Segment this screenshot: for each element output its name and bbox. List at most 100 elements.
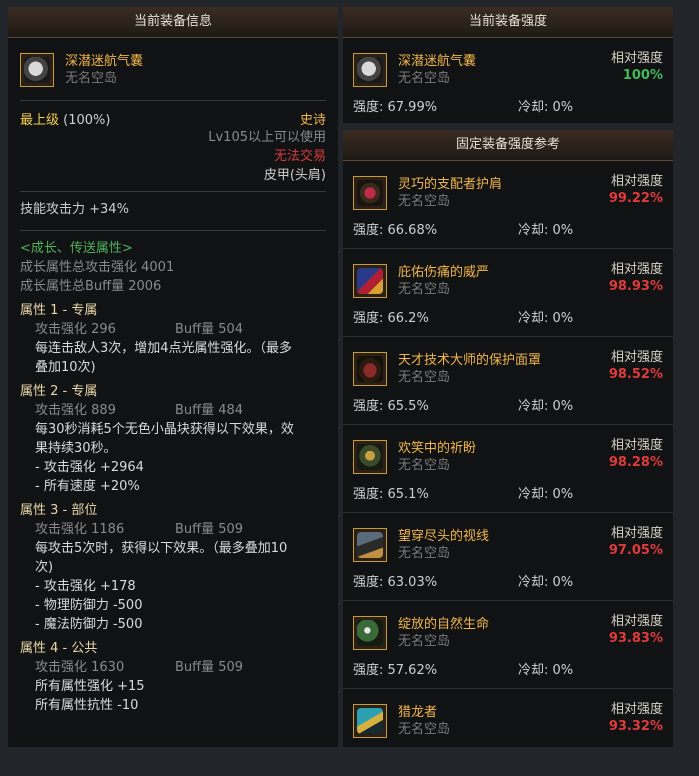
stat-row: 强度: 63.03% 冷却: 0% bbox=[343, 574, 673, 591]
rel-value: 97.05% bbox=[608, 543, 663, 558]
rel-label: 相对强度 bbox=[610, 262, 663, 277]
reference-item[interactable]: 望穿尽头的视线 无名空岛 相对强度 97.05% 强度: 63.03% 冷却: 0% bbox=[343, 513, 673, 601]
attr-desc: 所有属性抗性 -10 bbox=[35, 698, 139, 713]
item-name: 深潜迷航气囊 bbox=[65, 54, 144, 69]
growth-line: 成长属性总Buff量 2006 bbox=[20, 279, 162, 294]
rel-value: 93.32% bbox=[608, 719, 663, 734]
level-label: 最上级 bbox=[20, 113, 60, 128]
strength-value: 强度: 57.62% bbox=[353, 663, 438, 678]
rel-label: 相对强度 bbox=[610, 614, 663, 629]
reference-item[interactable]: 灵巧的支配者护肩 无名空岛 相对强度 99.22% 强度: 66.68% 冷却: 0% bbox=[343, 161, 673, 249]
current-equipment-info-panel: 当前装备信息 深潜迷航气囊 无名空岛 最上级 (100%) 史诗 Lv105以上… bbox=[8, 7, 338, 747]
item-name: 望穿尽头的视线 bbox=[398, 529, 490, 544]
reference-strength-panel: 固定装备强度参考 灵巧的支配者护肩 无名空岛 相对强度 99.22% 强度: 66.… bbox=[343, 130, 673, 747]
attr-buff: Buff量 509 bbox=[175, 660, 244, 675]
strength-value: 强度: 65.1% bbox=[353, 487, 429, 502]
strength-value: 强度: 66.68% bbox=[353, 223, 438, 238]
item-set: 无名空岛 bbox=[398, 370, 451, 385]
rel-label: 相对强度 bbox=[610, 350, 663, 365]
rel-label: 相对强度 bbox=[610, 174, 663, 189]
item-set: 无名空岛 bbox=[398, 546, 451, 561]
item-slot: 皮甲(头肩) bbox=[263, 168, 326, 183]
stat-row: 强度: 65.5% 冷却: 0% bbox=[343, 398, 673, 415]
rel-label: 相对强度 bbox=[610, 51, 663, 66]
strength-value: 强度: 65.5% bbox=[353, 399, 429, 414]
rel-label: 相对强度 bbox=[610, 438, 663, 453]
stat-row: 强度: 57.62% 冷却: 0% bbox=[343, 662, 673, 679]
reference-item[interactable]: 庇佑伤痛的威严 无名空岛 相对强度 98.93% 强度: 66.2% 冷却: 0% bbox=[343, 249, 673, 337]
item-set: 无名空岛 bbox=[398, 71, 451, 86]
cloak-icon bbox=[353, 264, 387, 298]
attr-bullet: - 物理防御力 -500 bbox=[35, 598, 143, 613]
reference-item[interactable]: 欢笑中的祈盼 无名空岛 相对强度 98.28% 强度: 65.1% 冷却: 0% bbox=[343, 425, 673, 513]
attr-atk: 攻击强化 889 bbox=[35, 403, 116, 418]
attr-title: 属性 1 - 专属 bbox=[20, 303, 98, 318]
item-set: 无名空岛 bbox=[398, 194, 451, 209]
attr-atk: 攻击强化 296 bbox=[35, 322, 116, 337]
relative-strength: 相对强度 100% bbox=[611, 50, 663, 84]
reference-item[interactable]: 天才技术大师的保护面罩 无名空岛 相对强度 98.52% 强度: 65.5% 冷却: … bbox=[343, 337, 673, 425]
armor-icon bbox=[353, 440, 387, 474]
cooldown-value: 冷却: 0% bbox=[518, 399, 574, 414]
cooldown-value: 冷却: 0% bbox=[518, 663, 574, 678]
cape-icon bbox=[353, 528, 387, 562]
growth-title: <成长、传送属性> bbox=[20, 241, 133, 256]
rarity: 史诗 bbox=[299, 113, 326, 128]
cooldown-value: 冷却: 0% bbox=[518, 487, 574, 502]
attr-bullet: - 攻击强化 +178 bbox=[35, 579, 136, 594]
cooldown-value: 冷却: 0% bbox=[518, 575, 574, 590]
attr-title: 属性 2 - 专属 bbox=[20, 384, 98, 399]
attr-title: 属性 3 - 部位 bbox=[20, 503, 98, 518]
balloon-gear-icon bbox=[20, 53, 54, 87]
reference-item[interactable]: 猎龙者 无名空岛 相对强度 93.32% bbox=[343, 689, 673, 776]
reference-item[interactable]: 绽放的自然生命 无名空岛 相对强度 93.83% 强度: 57.62% 冷却: 0% bbox=[343, 601, 673, 689]
rel-value: 100% bbox=[622, 68, 663, 83]
current-equipment-strength-panel: 当前装备强度 深潜迷航气囊 无名空岛 相对强度 100% 强度: 67.99% … bbox=[343, 7, 673, 123]
stat-row: 强度: 66.68% 冷却: 0% bbox=[343, 222, 673, 239]
level-pct: (100%) bbox=[63, 113, 111, 128]
panel-header-equip-info: 当前装备信息 bbox=[8, 7, 338, 38]
attr-title: 属性 4 - 公共 bbox=[20, 641, 98, 656]
attr-stats: 攻击强化 889 Buff量 484 bbox=[8, 401, 338, 420]
attr-desc: 每30秒消耗5个无色小晶块获得以下效果，效 bbox=[35, 422, 294, 437]
flower-armor-icon bbox=[353, 616, 387, 650]
attr-desc: 每连击敌人3次，增加4点光属性强化。（最多 bbox=[35, 341, 293, 356]
stat-row: 强度: 67.99% 冷却: 0% bbox=[343, 99, 673, 116]
strength-value: 强度: 67.99% bbox=[353, 100, 438, 115]
panel-header-strength: 当前装备强度 bbox=[343, 7, 673, 38]
rel-value: 98.52% bbox=[608, 367, 663, 382]
skill-attack: 技能攻击力 +34% bbox=[20, 202, 129, 217]
attr-buff: Buff量 509 bbox=[175, 522, 244, 537]
item-set: 无名空岛 bbox=[398, 634, 451, 649]
rel-label: 相对强度 bbox=[610, 702, 663, 717]
equip-item-head[interactable]: 深潜迷航气囊 无名空岛 bbox=[8, 38, 338, 92]
attr-desc: 次) bbox=[35, 560, 54, 575]
attr-desc: 所有属性强化 +15 bbox=[35, 679, 145, 694]
item-name: 灵巧的支配者护肩 bbox=[398, 177, 503, 192]
attr-desc: 叠加10次) bbox=[35, 360, 96, 375]
cooldown-value: 冷却: 0% bbox=[518, 223, 574, 238]
attr-desc: 每攻击5次时，获得以下效果。（最多叠加10 bbox=[35, 541, 288, 556]
relative-strength: 相对强度 98.93% bbox=[609, 261, 663, 295]
rel-label: 相对强度 bbox=[610, 526, 663, 541]
attr-bullet: - 魔法防御力 -500 bbox=[35, 617, 143, 632]
attr-buff: Buff量 484 bbox=[175, 403, 244, 418]
attr-bullet: - 攻击强化 +2964 bbox=[35, 460, 144, 475]
attr-stats: 攻击强化 1630 Buff量 509 bbox=[8, 658, 338, 677]
item-name: 深潜迷航气囊 bbox=[398, 54, 477, 69]
relative-strength: 相对强度 98.52% bbox=[609, 349, 663, 383]
stat-row: 强度: 66.2% 冷却: 0% bbox=[343, 310, 673, 327]
current-item[interactable]: 深潜迷航气囊 无名空岛 相对强度 100% 强度: 67.99% 冷却: 0% bbox=[343, 38, 673, 125]
item-name: 绽放的自然生命 bbox=[398, 617, 490, 632]
attr-desc: 果持续30秒。 bbox=[35, 441, 117, 456]
shoulder-armor-icon bbox=[353, 176, 387, 210]
level-requirement: Lv105以上可以使用 bbox=[208, 130, 326, 145]
rel-value: 98.28% bbox=[608, 455, 663, 470]
item-name: 猎龙者 bbox=[398, 705, 438, 720]
divider bbox=[20, 100, 326, 101]
relative-strength: 相对强度 93.83% bbox=[609, 613, 663, 647]
cooldown-value: 冷却: 0% bbox=[518, 100, 574, 115]
rel-value: 99.22% bbox=[608, 191, 663, 206]
stat-row: 强度: 65.1% 冷却: 0% bbox=[343, 486, 673, 503]
trade-status: 无法交易 bbox=[273, 149, 326, 164]
